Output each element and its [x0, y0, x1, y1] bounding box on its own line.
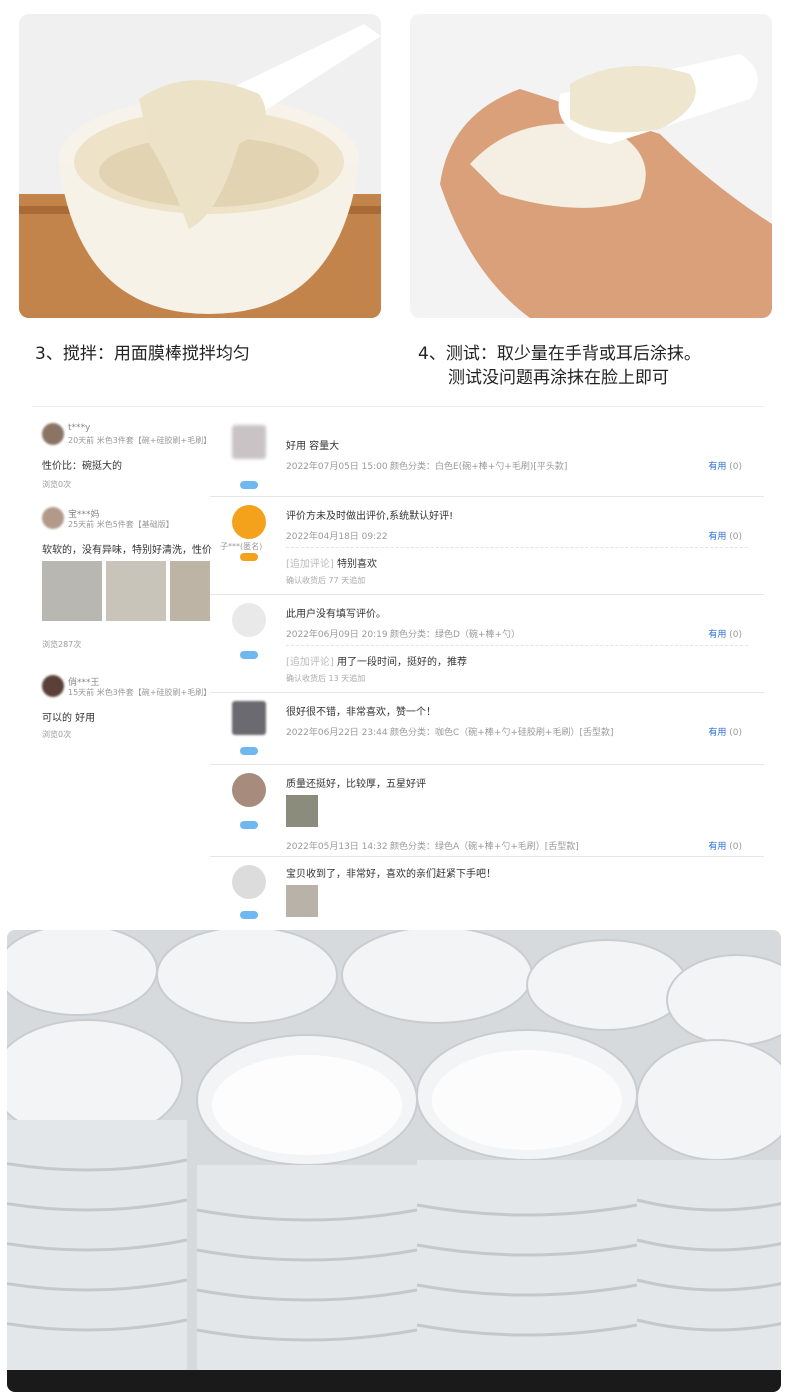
review-item: 很好很不错，非常喜欢，赞一个！ 2022年06月22日 23:44 颜色分类：咖… [210, 693, 764, 765]
follow-up-text: 用了一段时间，挺好的，推荐 [337, 657, 467, 668]
view-count: 浏览0次 [42, 480, 72, 489]
vip-level-badge [240, 747, 258, 755]
review-date: 2022年07月05日 15:00 [286, 462, 388, 472]
review-photo[interactable] [106, 561, 166, 621]
review-date: 2022年06月09日 20:19 [286, 630, 388, 640]
useful-vote[interactable]: 有用 (0) [708, 725, 742, 738]
review-meta: 20天前 米色3件套【碗+硅胶刷+毛刷】 [68, 436, 212, 445]
avatar [232, 865, 266, 899]
useful-link[interactable]: 有用 [708, 532, 726, 542]
avatar [42, 423, 64, 445]
review-item: 质量还挺好，比较厚，五星好评 2022年05月13日 14:32 颜色分类：绿色… [210, 765, 764, 857]
review-photo[interactable] [286, 795, 318, 827]
useful-count: (0) [729, 728, 742, 738]
follow-up-review: [追加评论] 用了一段时间，挺好的，推荐 [286, 653, 467, 668]
useful-link[interactable]: 有用 [708, 630, 726, 640]
review-text: 此用户没有填写评价。 [286, 609, 386, 620]
review-variant: 颜色分类：绿色D（碗+棒+勺） [390, 630, 521, 640]
review-date: 2022年04月18日 09:22 [286, 532, 388, 542]
vip-level-badge [240, 821, 258, 829]
review-photo[interactable] [286, 885, 318, 917]
avatar [232, 505, 266, 539]
follow-up-text: 特别喜欢 [337, 559, 377, 570]
follow-up-meta: 确认收货后 13 天追加 [286, 674, 366, 683]
review-text: 很好很不错，非常喜欢，赞一个！ [286, 707, 436, 718]
view-count: 浏览287次 [42, 640, 82, 649]
review-date: 2022年06月22日 23:44 [286, 728, 388, 738]
review-photo[interactable] [170, 561, 210, 621]
review-variant: 颜色分类：白色E(碗+棒+勺+毛刷)[平头款] [390, 462, 568, 472]
stacked-bowls-photo [7, 930, 781, 1392]
vip-level-badge [240, 481, 258, 489]
vip-level-badge [240, 651, 258, 659]
review-item: 此用户没有填写评价。 2022年06月09日 20:19 颜色分类：绿色D（碗+… [210, 595, 764, 693]
divider [286, 645, 748, 646]
avatar [232, 603, 266, 637]
vip-level-badge [240, 911, 258, 919]
reviewer-name: t***y [68, 423, 91, 433]
useful-count: (0) [729, 462, 742, 472]
useful-vote[interactable]: 有用 (0) [708, 627, 742, 640]
review-text: 性价比：碗挺大的 [42, 461, 122, 472]
review-text: 质量还挺好，比较厚，五星好评 [286, 779, 426, 790]
review-meta: 15天前 米色3件套【碗+硅胶刷+毛刷】 [68, 688, 212, 697]
follow-up-tag: [追加评论] [286, 559, 334, 570]
avatar [232, 773, 266, 807]
follow-up-review: [追加评论] 特别喜欢 [286, 555, 377, 570]
avatar [42, 675, 64, 697]
review-text: 评价方未及时做出评价,系统默认好评! [286, 511, 454, 522]
avatar [232, 425, 266, 459]
review-photo[interactable] [42, 561, 102, 621]
useful-vote[interactable]: 有用 (0) [708, 839, 742, 852]
review-variant: 颜色分类：咖色C（碗+棒+勺+硅胶刷+毛刷）[舌型款] [390, 728, 614, 738]
avatar [42, 507, 64, 529]
useful-count: (0) [729, 630, 742, 640]
useful-link[interactable]: 有用 [708, 462, 726, 472]
review-text: 软软的，没有异味，特别好清洗，性价 [42, 545, 212, 556]
step-4-caption: 4、测试：取少量在手背或耳后涂抹。 测试没问题再涂抹在脸上即可 [418, 342, 701, 390]
reviews-panel: t***y 20天前 米色3件套【碗+硅胶刷+毛刷】 性价比：碗挺大的 浏览0次… [32, 406, 764, 926]
review-text: 可以的 好用 [42, 713, 96, 724]
useful-count: (0) [729, 842, 742, 852]
hand-test-photo [410, 14, 772, 318]
review-item: 好用 容量大 2022年07月05日 15:00 颜色分类：白色E(碗+棒+勺+… [210, 417, 764, 497]
view-count: 浏览0次 [42, 730, 72, 739]
useful-count: (0) [729, 532, 742, 542]
review-date: 2022年05月13日 14:32 [286, 842, 388, 852]
step-4-line-1: 4、测试：取少量在手背或耳后涂抹。 [418, 344, 701, 364]
review-item: 宝贝收到了，非常好，喜欢的亲们赶紧下手吧！ [210, 857, 764, 927]
divider [286, 547, 748, 548]
step-4-line-2: 测试没问题再涂抹在脸上即可 [448, 368, 669, 388]
follow-up-tag: [追加评论] [286, 657, 334, 668]
useful-vote[interactable]: 有用 (0) [708, 529, 742, 542]
useful-vote[interactable]: 有用 (0) [708, 459, 742, 472]
review-meta: 25天前 米色5件套【基础版】 [68, 520, 174, 529]
review-text: 宝贝收到了，非常好，喜欢的亲们赶紧下手吧！ [286, 869, 496, 880]
reviewer-name: 子***(匿名) [220, 542, 263, 551]
review-text: 好用 容量大 [286, 441, 340, 452]
follow-up-meta: 确认收货后 77 天追加 [286, 576, 366, 585]
avatar [232, 701, 266, 735]
step-3-caption: 3、搅拌：用面膜棒搅拌均匀 [35, 344, 250, 364]
review-item: 子***(匿名) 评价方未及时做出评价,系统默认好评! 2022年04月18日 … [210, 497, 764, 595]
useful-link[interactable]: 有用 [708, 728, 726, 738]
review-variant: 颜色分类：绿色A（碗+棒+勺+毛刷）[舌型款] [390, 842, 579, 852]
mixing-bowl-photo [19, 14, 381, 318]
useful-link[interactable]: 有用 [708, 842, 726, 852]
vip-level-badge [240, 553, 258, 561]
